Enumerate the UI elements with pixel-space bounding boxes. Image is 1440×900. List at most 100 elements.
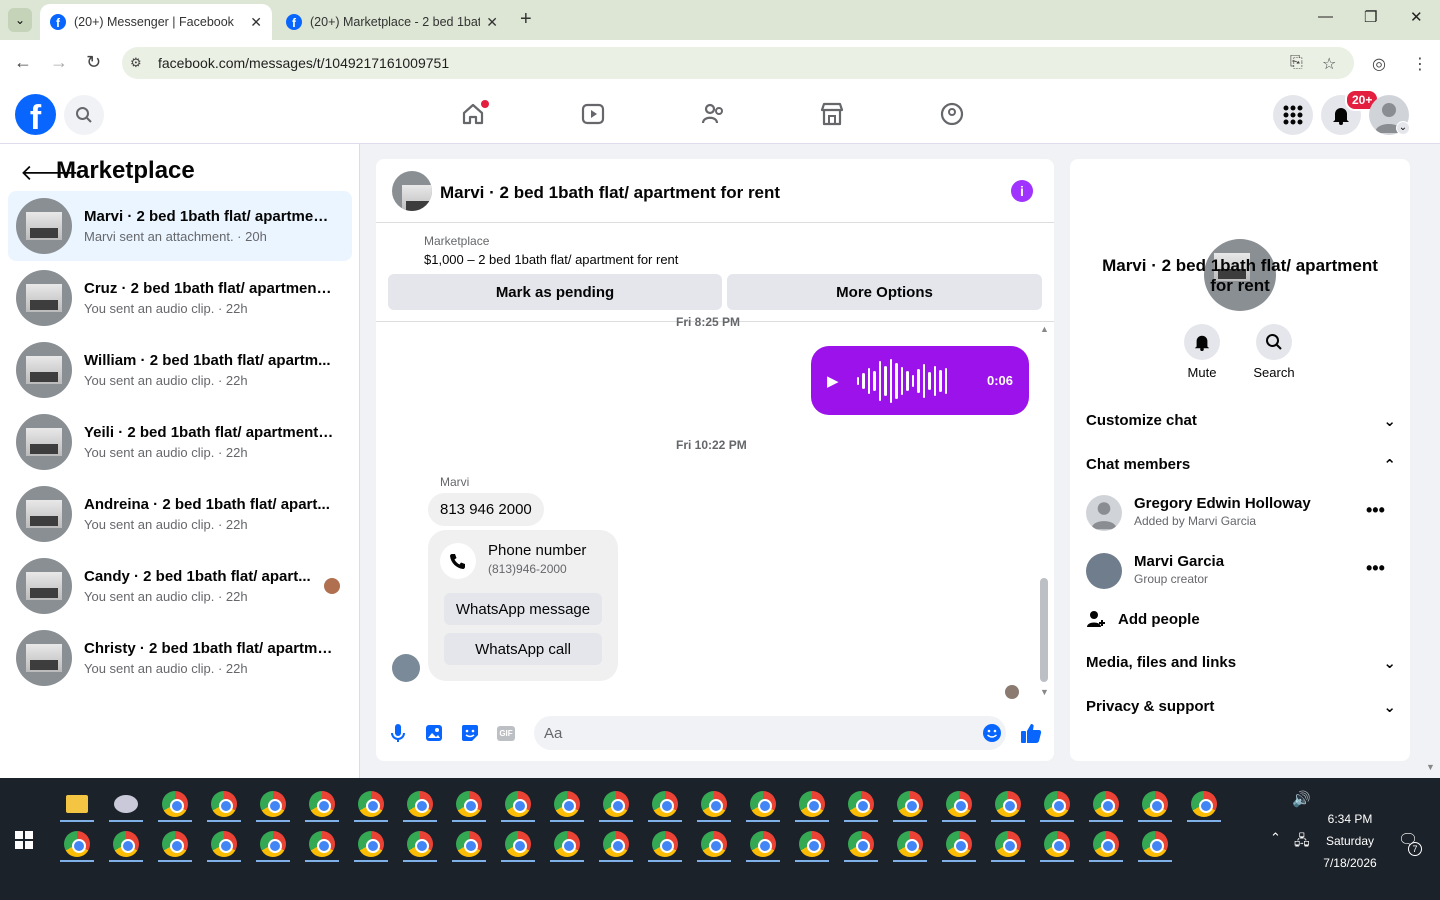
taskbar-app-button[interactable]	[354, 826, 388, 862]
info-icon[interactable]: i	[1011, 180, 1033, 202]
taskbar-app-button[interactable]	[1138, 786, 1172, 822]
page-scroll-down-icon[interactable]: ▼	[1426, 762, 1435, 772]
conversation-item[interactable]: Cruz · 2 bed 1bath flat/ apartment ... Yo…	[8, 263, 352, 333]
taskbar-app-button[interactable]	[991, 786, 1025, 822]
close-tab-icon[interactable]: ✕	[486, 14, 498, 31]
listing-price-title[interactable]: $1,000 – 2 bed 1bath flat/ apartment for…	[424, 252, 678, 267]
search-chat-button[interactable]	[1256, 324, 1292, 360]
friends-nav-button[interactable]	[699, 100, 727, 128]
show-hidden-icons-icon[interactable]: ⌃	[1270, 830, 1281, 846]
groups-nav-button[interactable]	[938, 100, 966, 128]
audio-waveform[interactable]	[856, 358, 948, 403]
add-people-button[interactable]: Add people	[1086, 609, 1200, 629]
tab-messenger[interactable]: f (20+) Messenger | Facebook ✕	[40, 4, 272, 40]
audio-message-bubble[interactable]: ▶ 0:06	[811, 346, 1029, 415]
tab-marketplace[interactable]: f (20+) Marketplace - 2 bed 1bath ✕	[276, 4, 508, 40]
network-icon[interactable]: 🖧	[1294, 830, 1310, 854]
windows-start-icon[interactable]	[15, 831, 33, 849]
browser-menu-icon[interactable]: ⋮	[1412, 54, 1428, 74]
taskbar-app-button[interactable]	[648, 786, 682, 822]
play-icon[interactable]: ▶	[827, 372, 839, 390]
reload-button[interactable]: ↻	[86, 52, 101, 73]
site-info-icon[interactable]: ⚙	[130, 55, 142, 71]
facebook-search-button[interactable]	[64, 95, 104, 135]
taskbar-app-button[interactable]	[599, 826, 633, 862]
taskbar-app-button[interactable]	[207, 826, 241, 862]
taskbar-app-button[interactable]	[942, 786, 976, 822]
taskbar-app-button[interactable]	[158, 786, 192, 822]
conversation-item[interactable]: Marvi · 2 bed 1bath flat/ apartmen... Mar…	[8, 191, 352, 261]
chat-title[interactable]: Marvi · 2 bed 1bath flat/ apartment for …	[440, 183, 780, 203]
marketplace-nav-button[interactable]	[818, 100, 846, 128]
volume-icon[interactable]: 🔊	[1292, 790, 1311, 808]
taskbar-app-button[interactable]	[795, 786, 829, 822]
menu-button[interactable]	[1273, 95, 1313, 135]
taskbar-app-button[interactable]	[697, 786, 731, 822]
new-tab-button[interactable]: +	[520, 8, 532, 31]
chat-avatar[interactable]	[392, 171, 432, 211]
address-bar[interactable]: facebook.com/messages/t/1049217161009751	[122, 47, 1354, 79]
home-nav-button[interactable]	[459, 100, 489, 128]
taskbar-app-button[interactable]	[403, 826, 437, 862]
taskbar-app-button[interactable]	[697, 826, 731, 862]
conversation-item[interactable]: Andreina · 2 bed 1bath flat/ apart... You…	[8, 479, 352, 549]
taskbar-app-button[interactable]	[844, 786, 878, 822]
taskbar-app-button[interactable]	[305, 826, 339, 862]
mark-as-pending-button[interactable]: Mark as pending	[388, 274, 722, 310]
photo-button[interactable]	[423, 722, 445, 744]
conversation-item[interactable]: Christy · 2 bed 1bath flat/ apartme... Yo…	[8, 623, 352, 693]
chat-members-section[interactable]: Chat members ⌃	[1086, 456, 1396, 474]
member-avatar[interactable]	[1086, 495, 1122, 531]
scroll-down-icon[interactable]: ▼	[1040, 687, 1049, 697]
emoji-button[interactable]	[981, 722, 1003, 744]
chevron-down-icon[interactable]: ⌄	[1396, 121, 1410, 135]
taskbar-app-button[interactable]	[1089, 786, 1123, 822]
close-tab-icon[interactable]: ✕	[250, 14, 262, 31]
conversation-item[interactable]: William · 2 bed 1bath flat/ apartm... You…	[8, 335, 352, 405]
maximize-button[interactable]: ❐	[1364, 8, 1377, 26]
taskbar-app-button[interactable]	[893, 826, 927, 862]
taskbar-app-button[interactable]	[354, 786, 388, 822]
close-window-button[interactable]: ✕	[1410, 8, 1423, 26]
taskbar-app-button[interactable]	[207, 786, 241, 822]
message-bubble[interactable]: 813 946 2000	[428, 493, 544, 526]
taskbar-app-button[interactable]	[795, 826, 829, 862]
media-files-links-section[interactable]: Media, files and links ⌄	[1086, 654, 1396, 672]
member-options-icon[interactable]: •••	[1366, 500, 1385, 521]
taskbar-app-button[interactable]	[452, 826, 486, 862]
taskbar-app-button[interactable]	[844, 826, 878, 862]
minimize-button[interactable]: —	[1318, 8, 1333, 25]
taskbar-app-button[interactable]	[452, 786, 486, 822]
taskbar-app-button[interactable]	[501, 826, 535, 862]
taskbar-app-button[interactable]	[1040, 786, 1074, 822]
taskbar-clock[interactable]: 6:34 PM Saturday 7/18/2026	[1316, 808, 1384, 874]
taskbar-app-button[interactable]	[648, 826, 682, 862]
profile-icon[interactable]: ◎	[1372, 54, 1386, 74]
more-options-button[interactable]: More Options	[727, 274, 1042, 310]
taskbar-app-button[interactable]	[109, 826, 143, 862]
taskbar-app-button[interactable]	[305, 786, 339, 822]
taskbar-app-button[interactable]	[550, 786, 584, 822]
like-button[interactable]	[1020, 722, 1042, 744]
chat-scrollbar[interactable]	[1040, 578, 1048, 682]
mute-button[interactable]	[1184, 324, 1220, 360]
taskbar-app-button[interactable]	[893, 786, 927, 822]
back-button[interactable]: ←	[14, 52, 32, 73]
conversation-item[interactable]: Candy · 2 bed 1bath flat/ apart... You se…	[8, 551, 352, 621]
bookmark-star-icon[interactable]: ☆	[1322, 54, 1336, 74]
conversation-item[interactable]: Yeili · 2 bed 1bath flat/ apartment ... Y…	[8, 407, 352, 477]
taskbar-app-button[interactable]	[599, 786, 633, 822]
tab-search-button[interactable]: ⌄	[8, 8, 32, 32]
taskbar-app-button[interactable]	[1089, 826, 1123, 862]
taskbar-app-button[interactable]	[1138, 826, 1172, 862]
taskbar-app-button[interactable]	[109, 786, 143, 822]
taskbar-app-button[interactable]	[746, 826, 780, 862]
microphone-button[interactable]	[387, 722, 409, 744]
forward-button[interactable]: →	[50, 52, 68, 73]
whatsapp-message-button[interactable]: WhatsApp message	[444, 593, 602, 625]
facebook-logo-icon[interactable]: f	[15, 94, 56, 135]
taskbar-app-button[interactable]	[158, 826, 192, 862]
taskbar-app-button[interactable]	[501, 786, 535, 822]
taskbar-app-button[interactable]	[60, 786, 94, 822]
taskbar-app-button[interactable]	[256, 826, 290, 862]
